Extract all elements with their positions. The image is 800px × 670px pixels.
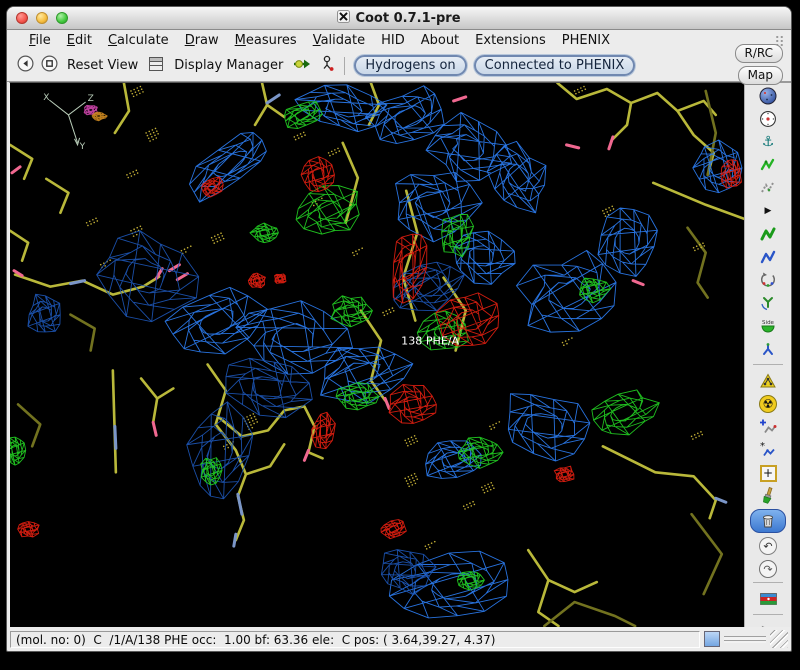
delete-item-icon[interactable] xyxy=(750,509,786,533)
play-icon[interactable]: ▶ xyxy=(750,201,786,221)
toolbar: Reset View Display Manager Hydrogens on … xyxy=(7,50,791,82)
menu-bar: File Edit Calculate Draw Measures Valida… xyxy=(7,30,791,50)
menu-edit[interactable]: Edit xyxy=(59,33,100,48)
zoom-button[interactable] xyxy=(56,12,68,24)
flag-icon[interactable] xyxy=(750,589,786,609)
gl-canvas[interactable]: X Z Y 138 PHE/A xyxy=(9,82,744,627)
go-to-atom-icon[interactable] xyxy=(292,56,312,76)
svg-text:X: X xyxy=(43,93,49,103)
svg-text:*: * xyxy=(760,441,765,452)
flip-peptide-icon[interactable] xyxy=(750,339,786,359)
menu-hid[interactable]: HID xyxy=(373,33,413,48)
hydrogens-toggle-button[interactable]: Hydrogens on xyxy=(354,55,466,76)
main-area: X Z Y 138 PHE/A ⚓ ▶ xyxy=(7,82,791,627)
toolbar-separator xyxy=(753,582,783,584)
anchor-icon[interactable]: ⚓ xyxy=(750,132,786,152)
menu-draw[interactable]: Draw xyxy=(177,33,227,48)
mutate-icon[interactable] xyxy=(750,371,786,391)
undo-icon[interactable]: ↶ xyxy=(750,536,786,556)
real-space-refine-icon[interactable] xyxy=(750,224,786,244)
toolbar-separator xyxy=(344,57,345,75)
regularize-icon[interactable] xyxy=(750,247,786,267)
sphere-icon[interactable] xyxy=(750,86,786,106)
auto-fit-rotamer-icon[interactable] xyxy=(750,270,786,290)
menu-file[interactable]: File xyxy=(21,33,59,48)
add-alt-conf-icon[interactable]: * xyxy=(750,440,786,460)
modelling-toolbar: ⚓ ▶ Side xyxy=(744,82,791,627)
molecule-scene: X Z Y 138 PHE/A xyxy=(10,83,744,627)
svg-text:Side: Side xyxy=(762,320,775,326)
rotate-translate-icon[interactable] xyxy=(750,178,786,198)
menu-extensions[interactable]: Extensions xyxy=(467,33,554,48)
x11-icon xyxy=(337,10,350,27)
clock-icon[interactable] xyxy=(750,109,786,129)
rigid-body-fit-icon[interactable] xyxy=(750,155,786,175)
minimize-button[interactable] xyxy=(36,12,48,24)
splitter-handle[interactable] xyxy=(724,636,766,643)
phenix-connection-button[interactable]: Connected to PHENIX xyxy=(474,55,636,76)
svg-text:Y: Y xyxy=(79,142,86,152)
brush-icon[interactable] xyxy=(750,486,786,506)
resize-grip[interactable] xyxy=(770,630,788,648)
toolbar-separator xyxy=(753,614,783,616)
rrc-button[interactable]: R/RC xyxy=(735,44,784,63)
window-controls xyxy=(16,12,68,24)
scroll-thumb[interactable] xyxy=(704,631,720,647)
menu-phenix[interactable]: PHENIX xyxy=(554,33,618,48)
molecule-icon[interactable] xyxy=(319,55,335,76)
close-button[interactable] xyxy=(16,12,28,24)
rotamer-icon[interactable] xyxy=(750,293,786,313)
add-terminal-residue-icon[interactable] xyxy=(750,417,786,437)
title-bar[interactable]: Coot 0.7.1-pre xyxy=(7,7,791,30)
place-atom-icon[interactable]: + xyxy=(750,463,786,483)
window-title-wrap: Coot 0.7.1-pre xyxy=(337,10,460,27)
status-text: (mol. no: 0) C /1/A/138 PHE occ: 1.00 bf… xyxy=(10,631,700,648)
map-button[interactable]: Map xyxy=(738,66,783,85)
display-manager-icon[interactable] xyxy=(147,56,165,76)
app-window: Coot 0.7.1-pre File Edit Calculate Draw … xyxy=(6,6,792,652)
toolbar-separator xyxy=(753,364,783,366)
svg-text:138 PHE/A: 138 PHE/A xyxy=(401,335,459,348)
status-bar: (mol. no: 0) C /1/A/138 PHE occ: 1.00 bf… xyxy=(7,627,791,651)
menu-validate[interactable]: Validate xyxy=(305,33,373,48)
menu-about[interactable]: About xyxy=(413,33,467,48)
menu-measures[interactable]: Measures xyxy=(227,33,305,48)
side-chain-180-icon[interactable]: Side xyxy=(750,316,786,336)
stop-icon[interactable] xyxy=(41,55,58,76)
svg-text:Z: Z xyxy=(88,94,94,104)
simple-mutate-icon[interactable]: ☢ xyxy=(750,394,786,414)
redo-icon[interactable]: ↷ xyxy=(750,559,786,579)
back-icon[interactable] xyxy=(17,55,34,76)
window-title: Coot 0.7.1-pre xyxy=(355,11,460,26)
menu-calculate[interactable]: Calculate xyxy=(100,33,177,48)
display-manager-button[interactable]: Display Manager xyxy=(172,58,285,73)
reset-view-button[interactable]: Reset View xyxy=(65,58,140,73)
